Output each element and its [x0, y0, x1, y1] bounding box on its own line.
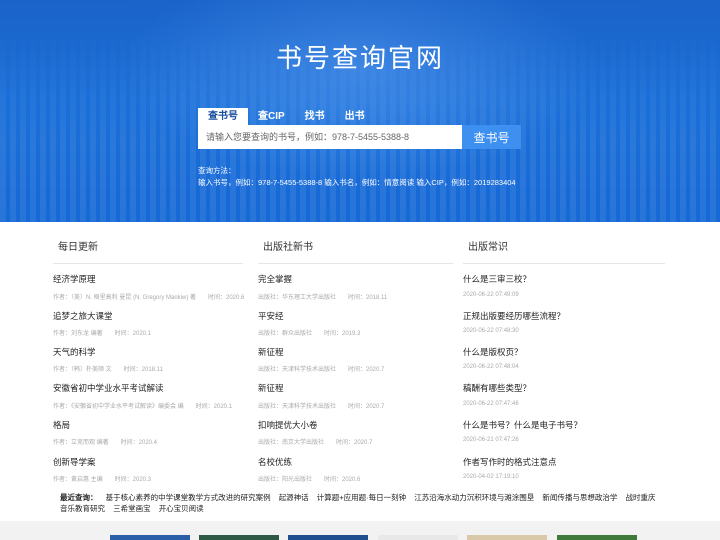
list-item-title[interactable]: 什么是书号？什么是电子书号？	[463, 419, 582, 431]
list-item-title[interactable]: 经济学原理	[53, 273, 96, 285]
list-item-meta: 2020-06-22 07:48:04	[463, 364, 519, 370]
recent-link[interactable]: 开心宝贝阅读	[159, 504, 204, 513]
recent-link[interactable]: 新闻传播与思想政治学	[542, 493, 617, 502]
site-title: 书号查询官网	[275, 44, 444, 74]
list-item-meta: 出版社：阳光出版社 时间：2020.6	[258, 477, 361, 483]
book-cover-thumbnail[interactable]	[199, 535, 279, 540]
list-item-title[interactable]: 新征程	[258, 346, 284, 358]
list-item-title[interactable]: 完全掌握	[258, 273, 292, 285]
help-title: 查询方法：	[198, 166, 236, 175]
tab-isbn[interactable]: 查书号	[198, 108, 248, 125]
list-item-title[interactable]: 新征程	[258, 382, 284, 394]
list-item-title[interactable]: 什么是三审三校？	[463, 273, 531, 285]
recent-link[interactable]: 三希堂画宝	[113, 504, 151, 513]
column-heading: 出版社新书	[258, 238, 453, 264]
column-heading: 出版常识	[463, 238, 665, 264]
column-daily-updates: 每日更新	[53, 238, 243, 264]
list-item-title[interactable]: 稿酬有哪些类型？	[463, 382, 531, 394]
list-item-meta: 出版社：天津科学技术出版社 时间：2020.7	[258, 404, 385, 410]
list-item-meta: 作者：黄启惠 主编 时间：2020.3	[53, 477, 152, 483]
search-help: 查询方法： 输入书号，例如：978-7-5455-5388-8 输入书名，例如：…	[198, 165, 516, 189]
list-item-meta: 2020-06-21 07:47:26	[463, 437, 519, 443]
list-item-meta: 出版社：南京大学出版社 时间：2020.7	[258, 440, 373, 446]
book-cover-thumbnail[interactable]	[557, 535, 637, 540]
list-item-meta: 出版社：天津科学技术出版社 时间：2020.7	[258, 367, 385, 373]
column-publishing-knowledge: 出版常识	[463, 238, 665, 264]
column-heading: 每日更新	[53, 238, 243, 264]
list-item-title[interactable]: 什么是版权页？	[463, 346, 523, 358]
book-cover-thumbnail[interactable]	[110, 535, 190, 540]
list-item-meta: 作者：刘东龙 编著 时间：2020.1	[53, 331, 152, 337]
list-item-meta: 2020-04-02 17:19:10	[463, 474, 519, 480]
list-item-title[interactable]: 作者写作时的格式注意点	[463, 456, 557, 468]
list-item-meta: 作者：立竞而观 编著 时间：2020.4	[53, 440, 158, 446]
recent-label: 最近查询：	[60, 493, 98, 502]
list-item-meta: 出版社：华东理工大学出版社 时间：2018.11	[258, 295, 388, 301]
list-item-meta: 2020-06-22 07:48:30	[463, 328, 519, 334]
list-item-meta: 2020-06-22 07:49:09	[463, 292, 519, 298]
list-item-meta: 作者：（美）N. 格里高利 曼昆 (N. Gregory Mankiw) 著 时…	[53, 295, 245, 301]
search-input[interactable]	[198, 125, 462, 149]
book-cover-thumbnail[interactable]	[378, 535, 458, 540]
book-cover-thumbnail[interactable]	[467, 535, 547, 540]
recent-searches: 最近查询： 基于核心素养的中学课堂教学方式改进的研究案例 起源神话 计算题+应用…	[60, 492, 660, 514]
list-item-title[interactable]: 安徽省初中学业水平考试解读	[53, 382, 164, 394]
list-item-meta: 2020-06-22 07:47:46	[463, 401, 519, 407]
search-bar: 查书号	[198, 125, 521, 149]
book-cover-thumbnail[interactable]	[288, 535, 368, 540]
tab-publish[interactable]: 出书	[335, 108, 375, 125]
recent-link[interactable]: 江苏沿海水动力沉积环境与滩涂围垦	[414, 493, 534, 502]
list-item-title[interactable]: 名校优练	[258, 456, 292, 468]
list-item-title[interactable]: 格局	[53, 419, 70, 431]
list-item-meta: 出版社：群众出版社 时间：2019.3	[258, 331, 361, 337]
tab-find-book[interactable]: 找书	[295, 108, 335, 125]
recent-link[interactable]: 基于核心素养的中学课堂教学方式改进的研究案例	[106, 493, 271, 502]
column-publisher-new: 出版社新书	[258, 238, 453, 264]
help-text: 输入书号，例如：978-7-5455-5388-8 输入书名，例如：情意阅读 输…	[198, 178, 516, 187]
list-item-meta: 作者：《安徽省初中学业水平考试解读》编委会 编 时间：2020.1	[53, 404, 233, 410]
recent-link[interactable]: 起源神话	[279, 493, 309, 502]
list-item-title[interactable]: 平安经	[258, 310, 284, 322]
search-button[interactable]: 查书号	[462, 125, 521, 149]
list-item-title[interactable]: 创新导学案	[53, 456, 96, 468]
list-item-title[interactable]: 扣响提优大小卷	[258, 419, 318, 431]
search-tabs: 查书号 查CIP 找书 出书	[198, 108, 375, 125]
list-item-title[interactable]: 天气的科学	[53, 346, 96, 358]
list-item-title[interactable]: 追梦之旅大课堂	[53, 310, 113, 322]
list-item-title[interactable]: 正规出版要经历哪些流程？	[463, 310, 565, 322]
recent-link[interactable]: 计算题+应用题·每日一刻钟	[317, 493, 406, 502]
tab-cip[interactable]: 查CIP	[248, 108, 295, 125]
list-item-meta: 作者：（韩）朴美顺 文 时间：2018.11	[53, 367, 163, 373]
